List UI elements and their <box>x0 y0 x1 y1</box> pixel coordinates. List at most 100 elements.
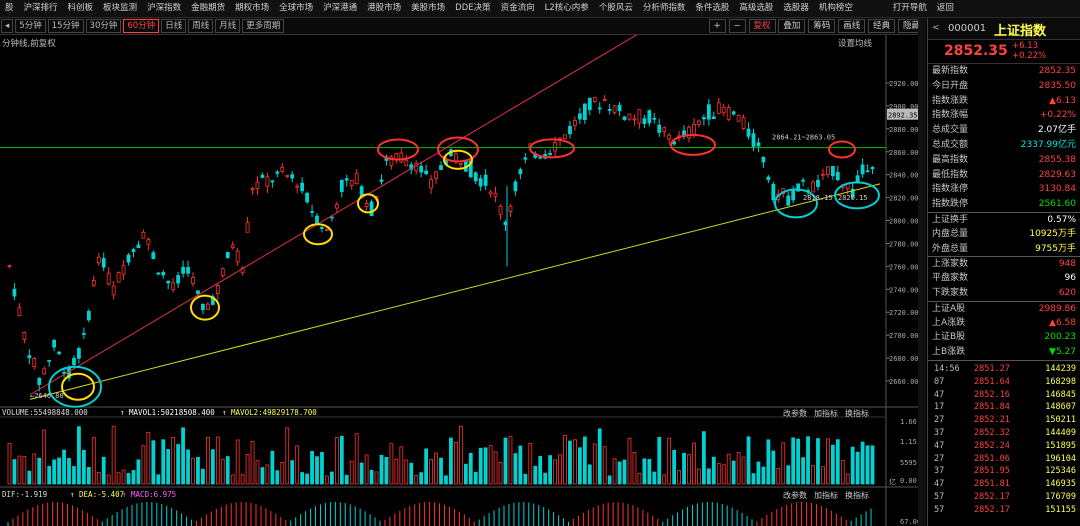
period-tab-0[interactable]: 5分钟 <box>15 19 46 33</box>
draw-line-button[interactable]: 画线 <box>838 19 866 33</box>
menu-item-6[interactable]: 期权市场 <box>230 0 274 17</box>
candle-body <box>42 368 47 375</box>
price-tick-label: 2780.00 <box>889 240 918 248</box>
menu-item-14[interactable]: 个股风云 <box>594 0 638 17</box>
tick-volume: 144239 <box>1045 363 1076 374</box>
volume-bar <box>667 437 672 485</box>
macd-indicator-button[interactable]: 加指标 <box>814 490 838 500</box>
menu-item-21[interactable]: 返回 <box>932 0 959 17</box>
candle-body <box>354 172 359 185</box>
volume-bar <box>697 468 701 485</box>
volume-bar <box>682 452 686 485</box>
volume-bar <box>225 456 230 485</box>
volume-bar <box>801 457 805 485</box>
menu-item-10[interactable]: 美股市场 <box>406 0 450 17</box>
candle-body <box>339 179 344 192</box>
period-tab-2[interactable]: 30分钟 <box>85 19 122 33</box>
overlay-button[interactable]: 叠加 <box>778 19 806 33</box>
menu-item-11[interactable]: DDE决策 <box>450 0 495 17</box>
volume-bar <box>414 474 419 485</box>
candle-body <box>250 188 255 191</box>
volume-bar <box>205 437 210 485</box>
macd-indicator-button[interactable]: 改参数 <box>783 490 807 500</box>
volume-bar <box>67 458 71 485</box>
candle-body <box>72 357 76 365</box>
menu-item-9[interactable]: 港股市场 <box>362 0 406 17</box>
volume-bar <box>463 463 468 485</box>
kline-chart[interactable]: 分钟线,前复权 设置均线2920.002900.002880.002860.002… <box>0 35 918 526</box>
menu-item-19[interactable]: 机构榜空 <box>814 0 858 17</box>
menu-item-0[interactable]: 股 <box>0 0 19 17</box>
volume-bar <box>285 427 290 485</box>
tick-price: 2851.27 <box>974 363 1010 374</box>
menu-item-18[interactable]: 选股器 <box>778 0 814 17</box>
price-tick-label: 2680.00 <box>889 355 918 363</box>
scrollbar[interactable] <box>918 18 926 526</box>
volume-bar <box>796 438 801 485</box>
period-tab-4[interactable]: 日线 <box>161 19 187 33</box>
volume-bar <box>791 437 796 485</box>
volume-bar <box>449 437 453 485</box>
period-tab-1[interactable]: 15分钟 <box>47 19 84 33</box>
menu-item-5[interactable]: 金融期货 <box>186 0 230 17</box>
candle-body <box>816 179 820 187</box>
highlight-circle <box>303 223 333 246</box>
candle-body <box>255 181 260 189</box>
chips-button[interactable]: 筹码 <box>808 19 836 33</box>
volume-bar <box>677 470 681 485</box>
candle-body <box>329 216 334 219</box>
candle-body <box>826 166 830 175</box>
prev-stock-icon[interactable]: < <box>932 23 940 33</box>
menu-item-8[interactable]: 沪深港通 <box>318 0 362 17</box>
volume-bar <box>215 436 220 485</box>
macd-indicator-button[interactable]: 换指标 <box>845 490 869 500</box>
candle-body <box>225 252 230 259</box>
period-tab-3[interactable]: 60分钟 <box>123 19 160 33</box>
settings-ma-button[interactable]: 设置均线 <box>838 38 873 49</box>
menu-item-4[interactable]: 沪深指数 <box>142 0 186 17</box>
quote-row: 上涨家数 948 <box>928 256 1080 271</box>
price-tick-label: 2660.00 <box>889 378 918 386</box>
candle-body <box>761 156 766 163</box>
volume-bar <box>865 445 870 485</box>
adjust-button[interactable]: 复权 <box>748 19 776 33</box>
classic-button[interactable]: 经典 <box>868 19 896 33</box>
quote-row: 今日开盘 2835.50 <box>928 79 1080 94</box>
menu-item-2[interactable]: 科创板 <box>63 0 99 17</box>
volume-bar <box>488 445 493 485</box>
menu-item-13[interactable]: L2核心内参 <box>540 0 594 17</box>
top-menu-bar: 股沪深排行 科创板 板块监测 沪深指数 金融期货 期权市场 全球市场 沪深港通 港股市场 美股市场… <box>0 0 1080 18</box>
menu-item-12[interactable]: 资金流向 <box>496 0 540 17</box>
menu-item-16[interactable]: 条件选股 <box>690 0 734 17</box>
candle-body <box>736 115 741 122</box>
tick-row: 37 2852.32 144409 <box>928 427 1080 440</box>
quote-row: 上证B股 200.23 <box>928 330 1080 345</box>
menu-item-15[interactable]: 分析师指数 <box>638 0 691 17</box>
candle-body <box>716 102 721 114</box>
price-tick-label: 2700.00 <box>889 332 918 340</box>
menu-item-17[interactable]: 高级选股 <box>734 0 778 17</box>
candle-body <box>57 351 61 355</box>
volume-bar <box>111 425 116 485</box>
period-tab-7[interactable]: 更多周期 <box>242 19 285 33</box>
volume-bar <box>196 456 200 485</box>
period-tab-6[interactable]: 月线 <box>215 19 241 33</box>
vol-indicator-button[interactable]: 改参数 <box>783 408 807 418</box>
quote-panel: < 000001 上证指数 2852.35 +6.13 +0.22% 最新指数 2… <box>927 18 1080 526</box>
volume-bar <box>22 456 27 485</box>
volume-bar <box>741 456 746 485</box>
chevron-left-icon[interactable]: ◂ <box>1 19 14 33</box>
menu-item-7[interactable]: 全球市场 <box>274 0 318 17</box>
volume-bar <box>582 436 587 485</box>
period-tab-5[interactable]: 周线 <box>188 19 214 33</box>
menu-item-1[interactable]: 沪深排行 <box>19 0 63 17</box>
volume-bar <box>811 465 815 485</box>
plus-icon[interactable]: + <box>708 19 726 33</box>
vol-indicator-button[interactable]: 换指标 <box>845 408 869 418</box>
vol-indicator-button[interactable]: 加指标 <box>814 408 838 418</box>
minus-icon[interactable]: − <box>728 19 746 33</box>
quote-key: 总成交量 <box>932 125 969 136</box>
menu-item-20[interactable]: 打开导航 <box>888 0 932 17</box>
menu-item-3[interactable]: 板块监测 <box>98 0 142 17</box>
quote-value: +0.22% <box>1039 110 1076 121</box>
